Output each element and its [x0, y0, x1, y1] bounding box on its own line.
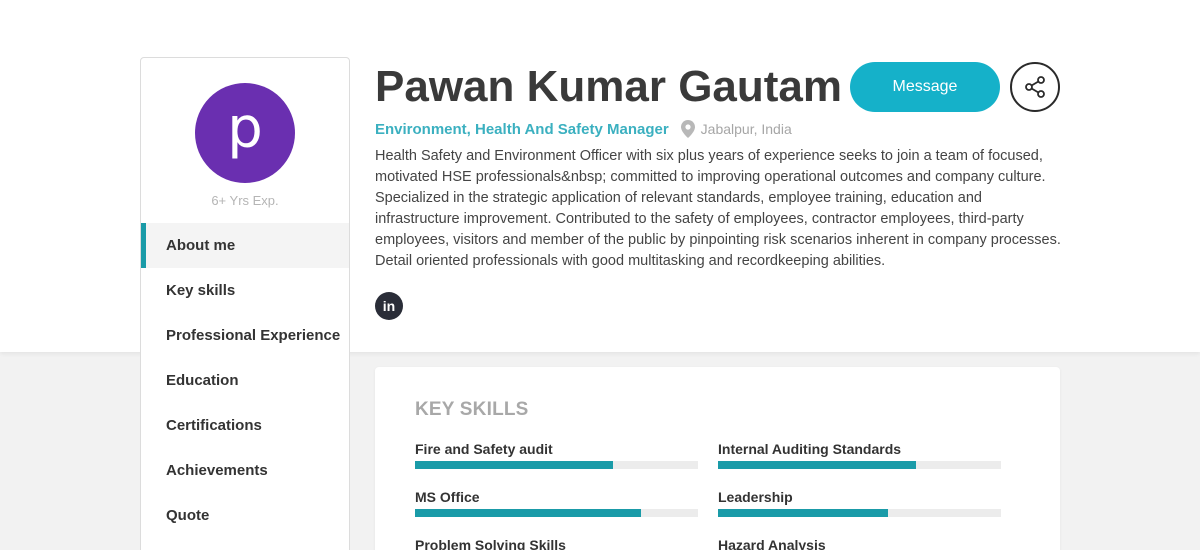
sidebar-item-certifications[interactable]: Certifications: [141, 403, 349, 448]
job-title: Environment, Health And Safety Manager: [375, 120, 669, 138]
skill-label: MS Office: [415, 489, 480, 505]
message-button[interactable]: Message: [850, 62, 1000, 112]
skill-bar-fill: [415, 461, 614, 469]
key-skills-title: KEY SKILLS: [415, 399, 529, 420]
profile-sidebar: p 6+ Yrs Exp. About me Key skills Profes…: [140, 57, 350, 550]
location-pin-icon: [680, 120, 695, 138]
key-skills-card: KEY SKILLS Fire and Safety audit Interna…: [375, 367, 1060, 550]
sidebar-item-education[interactable]: Education: [141, 358, 349, 403]
linkedin-icon[interactable]: in: [375, 292, 403, 320]
skill-label: Leadership: [718, 489, 793, 505]
skill-item: Fire and Safety audit: [415, 441, 698, 469]
skill-item: Internal Auditing Standards: [718, 441, 1001, 469]
skill-bar: [718, 509, 1001, 517]
skill-bar: [415, 461, 698, 469]
sidebar-item-quote[interactable]: Quote: [141, 493, 349, 538]
skill-bar-fill: [718, 461, 917, 469]
skill-item: Leadership: [718, 489, 1001, 517]
avatar: p: [195, 83, 295, 183]
sidebar-item-about-me[interactable]: About me: [141, 223, 349, 268]
skill-item: MS Office: [415, 489, 698, 517]
skill-item: Hazard Analysis: [718, 537, 1001, 550]
skill-label: Fire and Safety audit: [415, 441, 553, 457]
skill-label: Problem Solving Skills: [415, 537, 566, 550]
sidebar-nav: About me Key skills Professional Experie…: [141, 223, 349, 538]
skill-bar: [415, 509, 698, 517]
experience-label: 6+ Yrs Exp.: [211, 193, 279, 208]
share-button[interactable]: [1010, 62, 1060, 112]
skill-bar-fill: [415, 509, 642, 517]
role-location-line: Environment, Health And Safety Manager J…: [375, 120, 792, 138]
skill-label: Hazard Analysis: [718, 537, 826, 550]
profile-name: Pawan Kumar Gautam: [375, 62, 843, 111]
sidebar-item-key-skills[interactable]: Key skills: [141, 268, 349, 313]
location-text: Jabalpur, India: [700, 121, 792, 137]
profile-bio: Health Safety and Environment Officer wi…: [375, 148, 1061, 269]
skill-label: Internal Auditing Standards: [718, 441, 902, 457]
sidebar-item-professional-experience[interactable]: Professional Experience: [141, 313, 349, 358]
sidebar-item-achievements[interactable]: Achievements: [141, 448, 349, 493]
skill-bar: [718, 461, 1001, 469]
skill-bar-fill: [718, 509, 888, 517]
share-icon: [1025, 76, 1045, 98]
skill-item: Problem Solving Skills: [415, 537, 698, 550]
